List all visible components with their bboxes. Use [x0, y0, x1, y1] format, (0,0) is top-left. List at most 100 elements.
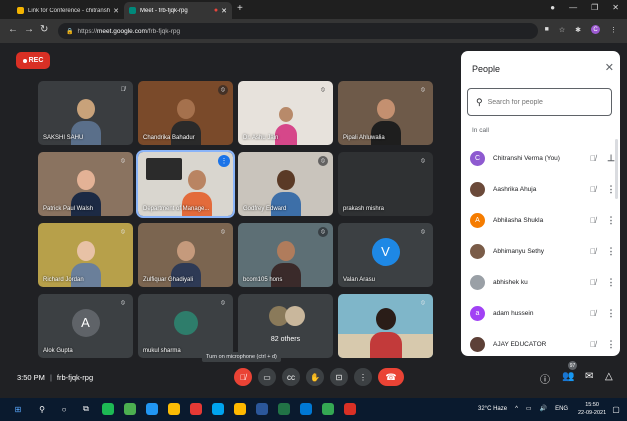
participant-tile[interactable]: ⦸ Patrick Paul Walsh	[38, 152, 133, 216]
reload-icon[interactable]: ↻	[40, 24, 48, 35]
person-avatar: A	[470, 213, 485, 228]
extensions-icon[interactable]: ✱	[575, 26, 581, 34]
participant-tile[interactable]: ⦸ Dr. Ashu Jain	[238, 81, 333, 145]
tray-arrow-icon[interactable]: ^	[515, 406, 518, 412]
language-indicator[interactable]: ENG	[555, 406, 568, 412]
list-item[interactable]: AJAY EDUCATOR 🎙̸ ⋮	[461, 329, 620, 360]
search-icon[interactable]: ⚲	[36, 403, 48, 415]
excel-icon[interactable]	[278, 403, 290, 415]
participant-tile[interactable]: ⦸ Pipali Ahluwalia	[338, 81, 433, 145]
edge-icon[interactable]	[146, 403, 158, 415]
cortana-icon[interactable]: ○	[58, 403, 70, 415]
taskbar-clock[interactable]: 15:50 22-09-2021	[578, 401, 606, 417]
leave-call-button[interactable]: ☎	[378, 368, 404, 386]
participant-tile[interactable]: ⦸ bcom105 hons	[238, 223, 333, 287]
word-icon[interactable]	[256, 403, 268, 415]
present-button[interactable]: ⊡	[330, 368, 348, 386]
participant-tile[interactable]: ⦸ mukul sharma	[138, 294, 233, 358]
list-item[interactable]: abhishek ku 🎙̸ ⋮	[461, 267, 620, 298]
minimize-icon[interactable]: —	[569, 3, 577, 12]
menu-dots-icon[interactable]: ⋮	[610, 26, 617, 34]
tab-title: Meet - frb-fjqk-rpg	[140, 7, 188, 14]
participant-tile[interactable]: ⦸ prakash mishra	[338, 152, 433, 216]
participant-tile-speaking[interactable]: ⋮ Department of Manage...	[136, 150, 235, 218]
url-path: /frb-fjqk-rpg	[146, 27, 181, 35]
more-options-button[interactable]: ⋮	[354, 368, 372, 386]
list-item[interactable]: a adam hussein 🎙̸ ⋮	[461, 298, 620, 329]
participant-tile[interactable]: 🎙̸ SAKSHI SAHU	[38, 81, 133, 145]
participant-tile[interactable]: ⦸ Richard Jordan	[38, 223, 133, 287]
windows-start-icon[interactable]: ⊞	[12, 403, 24, 415]
participant-tile[interactable]: ⦸ Chandrika Bahadur	[138, 81, 233, 145]
network-icon[interactable]: ▭	[526, 405, 532, 412]
more-options-icon[interactable]: ⋮	[602, 215, 620, 226]
others-count-label: 82 others	[270, 336, 301, 343]
new-tab-button[interactable]: +	[237, 3, 243, 14]
list-item[interactable]: C Chitranshi Verma (You) 🎙̸ ⊥	[461, 143, 620, 174]
chrome-app-icon[interactable]	[322, 403, 334, 415]
participant-tile[interactable]: V ⦸ Valan Arasu	[338, 223, 433, 287]
task-view-icon[interactable]: ⧉	[80, 403, 92, 415]
chrome-icon[interactable]	[168, 403, 180, 415]
office-icon[interactable]	[190, 403, 202, 415]
camera-toggle-button[interactable]: ▭	[258, 368, 276, 386]
participant-name: Department of Manage...	[143, 206, 210, 212]
search-people-field[interactable]: ⚲	[467, 88, 612, 116]
raise-hand-button[interactable]: ✋	[306, 368, 324, 386]
participant-tile-self[interactable]: ⦸	[338, 294, 433, 358]
participant-tile[interactable]: A ⦸ Alok Gupta	[38, 294, 133, 358]
muted-mic-icon: 🎙̸	[120, 87, 126, 93]
url-host: meet.google.com	[97, 27, 147, 35]
volume-icon[interactable]: 🔊	[540, 405, 547, 412]
chrome-account-icon[interactable]: ●	[550, 3, 555, 12]
more-options-icon[interactable]: ⋮	[602, 184, 620, 195]
close-window-icon[interactable]: ✕	[612, 3, 619, 12]
person-avatar	[470, 244, 485, 259]
meeting-code: frb-fjqk-rpg	[56, 373, 94, 382]
list-item[interactable]: Abhimanyu Sethy 🎙̸ ⋮	[461, 236, 620, 267]
forward-icon[interactable]: →	[24, 24, 34, 35]
muted-mic-icon: 🎙̸	[590, 278, 596, 287]
profile-avatar[interactable]: C	[591, 25, 600, 34]
more-options-icon[interactable]: ⋮	[602, 277, 620, 288]
more-options-icon[interactable]: ⋮	[602, 308, 620, 319]
participant-tile[interactable]: ⦸ Zulfiquar Ghadiyali	[138, 223, 233, 287]
list-item[interactable]: Aashrika Ahuja 🎙̸ ⋮	[461, 174, 620, 205]
camera-in-use-icon[interactable]: ■	[545, 26, 549, 33]
list-item[interactable]: A Abhilasha Shukla 🎙̸ ⋮	[461, 205, 620, 236]
whatsapp-icon[interactable]	[124, 403, 136, 415]
settings-icon[interactable]	[300, 403, 312, 415]
bookmark-star-icon[interactable]: ☆	[559, 26, 565, 34]
search-people-input[interactable]	[487, 98, 598, 106]
close-tab-icon[interactable]: ✕	[113, 7, 119, 15]
muted-mic-icon: 🎙̸	[590, 185, 596, 194]
maximize-icon[interactable]: ❐	[591, 3, 598, 12]
powerpoint-icon[interactable]	[344, 403, 356, 415]
spotify-icon[interactable]	[102, 403, 114, 415]
others-tile[interactable]: 82 others	[238, 294, 333, 358]
meeting-info-icon[interactable]: ⓘ	[540, 371, 550, 386]
activities-icon[interactable]: △	[605, 371, 613, 382]
close-tab-icon[interactable]: ✕	[221, 7, 227, 15]
person-name: Abhimanyu Sethy	[493, 248, 544, 255]
back-icon[interactable]: ←	[8, 24, 18, 35]
muted-mic-icon: ⦸	[318, 227, 328, 237]
chat-icon[interactable]: ✉	[585, 371, 593, 382]
participant-tile[interactable]: ⦸ Godfrey Edward	[238, 152, 333, 216]
browser-tab-conference[interactable]: Link for Conference - chitranshi ✕	[12, 2, 124, 19]
recording-badge: REC	[16, 52, 50, 69]
more-options-icon[interactable]: ⋮	[602, 339, 620, 350]
url-field[interactable]: 🔒 https://meet.google.com/frb-fjqk-rpg	[58, 23, 538, 39]
close-panel-icon[interactable]: ✕	[605, 61, 614, 74]
people-icon[interactable]: 👥	[562, 371, 574, 382]
captions-button[interactable]: cc	[282, 368, 300, 386]
notification-icon[interactable]: ▢	[610, 403, 622, 415]
file-explorer-icon[interactable]	[234, 403, 246, 415]
more-options-icon[interactable]: ⋮	[602, 246, 620, 257]
participant-name: Alok Gupta	[43, 348, 73, 354]
pin-icon[interactable]: ⊥	[602, 153, 620, 164]
participant-video-icon	[369, 308, 402, 358]
browser-tab-meet[interactable]: Meet - frb-fjqk-rpg ● ✕	[124, 2, 232, 19]
microphone-toggle-button[interactable]: 🎙̸	[234, 368, 252, 386]
store-icon[interactable]	[212, 403, 224, 415]
